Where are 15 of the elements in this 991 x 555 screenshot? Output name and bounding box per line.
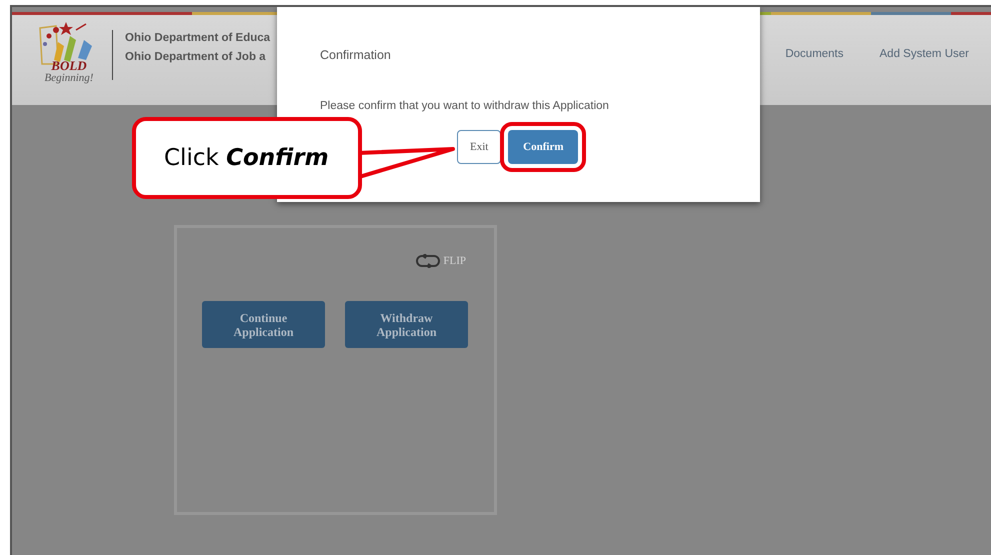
logo-tagline: Beginning! — [44, 72, 94, 84]
organization-name: Ohio Department of Job a — [125, 51, 267, 63]
callout-text: Click Confirm — [132, 117, 362, 199]
flip-arrows-icon[interactable] — [416, 254, 440, 268]
organization-name: Ohio Department of Educa — [125, 32, 270, 44]
nav-link[interactable]: Documents — [785, 48, 844, 60]
confirmation-message: Please confirm that you want to withdraw this Application — [320, 100, 610, 112]
logo-word: BOLD — [51, 60, 87, 72]
dialog-title: Confirmation — [320, 48, 392, 62]
application-button[interactable]: Withdraw Application — [345, 301, 468, 348]
flip-label[interactable]: FLIP — [443, 255, 466, 267]
application-button[interactable]: Continue Application — [202, 301, 325, 348]
exit-button[interactable]: Exit — [457, 130, 502, 164]
confirm-button[interactable]: Confirm — [508, 130, 578, 164]
nav-link[interactable]: Add System User — [880, 48, 969, 60]
